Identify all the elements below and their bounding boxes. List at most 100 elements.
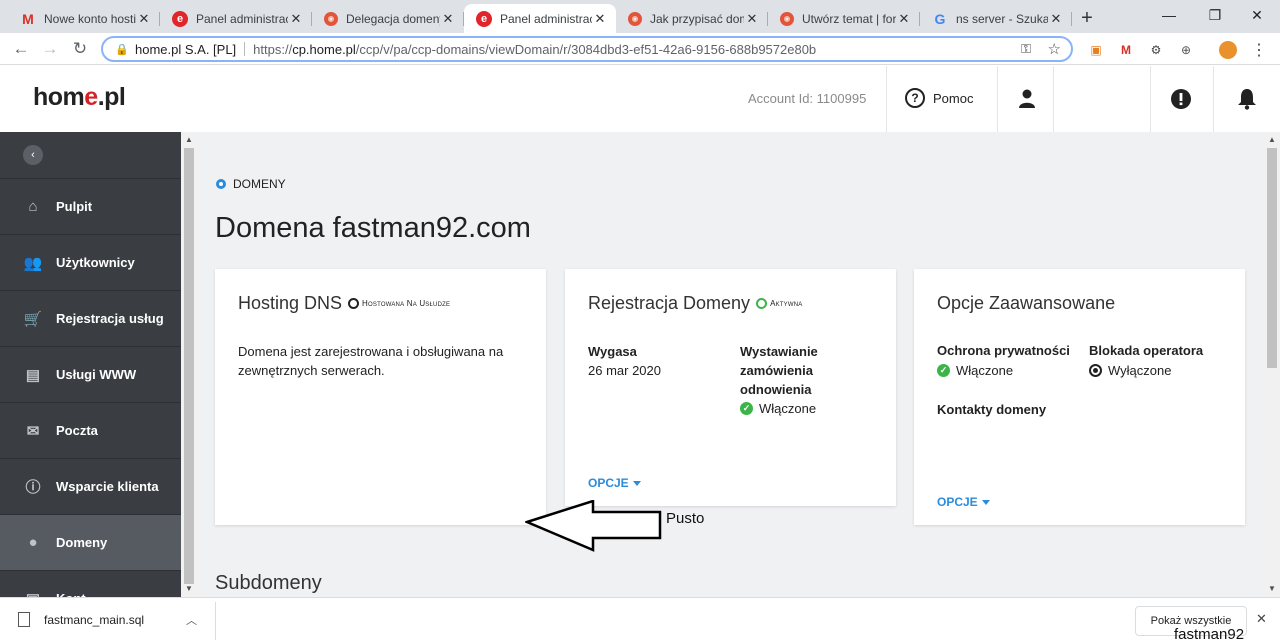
menu-icon[interactable]: ⋮ xyxy=(1250,41,1268,59)
tab-title: Jak przypisać dom xyxy=(650,11,744,26)
sidebar-item-label: Użytkownicy xyxy=(56,255,135,270)
browser-tab[interactable]: Utwórz temat | for ✕ xyxy=(768,4,920,33)
scrollbar-thumb[interactable] xyxy=(1267,148,1277,368)
extension-icon[interactable]: ⚙ xyxy=(1147,41,1165,59)
server-icon: ▤ xyxy=(25,366,41,384)
scrollbar-thumb[interactable] xyxy=(184,148,194,584)
new-tab-button[interactable]: + xyxy=(1072,4,1102,33)
domain-contacts-label: Kontakty domeny xyxy=(937,402,1047,417)
tab-list: M Nowe konto hostin ✕ e Panel administracy ✕ D… xyxy=(0,0,1072,33)
domain-registration-card: Rejestracja Domeny Aktywna Wygasa 26 mar… xyxy=(565,269,896,506)
download-extension-icon[interactable]: ⊕ xyxy=(1177,41,1195,59)
browser-tab[interactable]: Jak przypisać dom ✕ xyxy=(616,4,768,33)
renewal-label: Wystawianie zamówienia odnowienia xyxy=(740,344,818,397)
help-button[interactable]: ? Pomoc xyxy=(905,88,973,108)
address-bar[interactable]: 🔒 home.pl S.A. [PL] https://cp.home.pl/c… xyxy=(101,36,1073,62)
privacy-label: Ochrona prywatności xyxy=(937,343,1070,358)
tab-close-icon[interactable]: ✕ xyxy=(1048,11,1064,27)
sidebar-scrollbar[interactable]: ▲ ▼ xyxy=(181,132,197,597)
options-dropdown[interactable]: OPCJE xyxy=(937,495,990,509)
chevron-up-icon[interactable]: ︿ xyxy=(186,612,197,628)
privacy-status: ✓ Włączone xyxy=(937,361,1013,380)
sidebar-item-poczta[interactable]: ✉ Poczta xyxy=(0,403,181,459)
download-item[interactable]: fastmanc_main.sql xyxy=(18,612,144,627)
browser-tab[interactable]: e Panel administracy ✕ xyxy=(160,4,312,33)
status-ring-icon xyxy=(348,298,360,309)
page-title: Domena fastman92.com xyxy=(215,212,531,244)
sidebar-collapse-button[interactable]: ‹ xyxy=(0,132,181,179)
sidebar-item-usługi-www[interactable]: ▤ Usługi WWW xyxy=(0,347,181,403)
breadcrumb[interactable]: DOMENY xyxy=(216,177,286,191)
site-identity[interactable]: home.pl S.A. [PL] xyxy=(135,42,236,57)
sidebar-item-domeny[interactable]: ● Domeny xyxy=(0,515,181,571)
url-text[interactable]: https://cp.home.pl/ccp/v/pa/ccp-domains/… xyxy=(253,42,816,57)
sidebar-item-użytkownicy[interactable]: 👥 Użytkownicy xyxy=(0,235,181,291)
google-icon: G xyxy=(934,10,946,27)
sidebar-item-label: Wsparcie klienta xyxy=(56,479,159,494)
sidebar-item-label: Pulpit xyxy=(56,199,93,214)
reload-icon[interactable]: ↻ xyxy=(68,38,92,60)
tab-title: Nowe konto hostin xyxy=(44,11,136,26)
advanced-card-title: Opcje Zaawansowane xyxy=(937,293,1116,313)
forward-arrow-icon[interactable]: → xyxy=(38,38,62,60)
tab-close-icon[interactable]: ✕ xyxy=(592,11,608,27)
address-separator xyxy=(244,42,246,56)
sidebar: ‹ ⌂ Pulpit 👥 Użytkownicy 🛒 Rejestracja usług ▤… xyxy=(0,132,181,597)
main-scrollbar[interactable]: ▲ ▼ xyxy=(1264,132,1280,597)
user-icon[interactable] xyxy=(1016,88,1038,110)
check-icon: ✓ xyxy=(937,364,950,377)
tab-close-icon[interactable]: ✕ xyxy=(288,11,304,27)
bell-icon[interactable] xyxy=(1236,88,1258,110)
info-icon: ⓘ xyxy=(25,479,41,496)
key-icon[interactable]: ⚿ xyxy=(1021,41,1031,57)
scroll-down-arrow-icon[interactable]: ▼ xyxy=(181,584,197,593)
expires-label: Wygasa xyxy=(588,344,637,359)
mail-icon: ✉ xyxy=(26,422,40,440)
corner-label: fastman92 xyxy=(1174,626,1245,643)
download-filename: fastmanc_main.sql xyxy=(44,612,145,627)
homepl-logo[interactable]: home.pl xyxy=(33,83,126,112)
sidebar-item-wsparcie-klienta[interactable]: ⓘ Wsparcie klienta xyxy=(0,459,181,515)
minimize-icon[interactable]: — xyxy=(1146,0,1192,30)
sidebar-item-pulpit[interactable]: ⌂ Pulpit xyxy=(0,179,181,235)
status-ring-icon xyxy=(756,298,768,309)
browser-tab[interactable]: Gns server - Szukaj v✕ xyxy=(920,4,1072,33)
sidebar-item-label: Poczta xyxy=(56,423,98,438)
options-dropdown[interactable]: OPCJE xyxy=(588,476,641,490)
alert-icon[interactable] xyxy=(1170,88,1192,110)
browser-tab[interactable]: M Nowe konto hostin ✕ xyxy=(8,4,160,33)
back-arrow-icon[interactable]: ← xyxy=(9,38,33,60)
scroll-up-arrow-icon[interactable]: ▲ xyxy=(181,135,197,144)
sidebar-item-rejestracja-usług[interactable]: 🛒 Rejestracja usług xyxy=(0,291,181,347)
browser-tab[interactable]: e Panel administracy ✕ xyxy=(464,4,616,33)
advanced-options-card: Opcje Zaawansowane Ochrona prywatności ✓… xyxy=(914,269,1245,525)
page-header: home.pl Account Id: 1100995 ? Pomoc xyxy=(0,66,1280,132)
bookmark-star-icon[interactable]: ☆ xyxy=(1048,40,1061,58)
tab-close-icon[interactable]: ✕ xyxy=(136,11,152,27)
header-divider xyxy=(1213,66,1214,132)
header-divider xyxy=(1150,66,1151,132)
tab-close-icon[interactable]: ✕ xyxy=(744,11,760,27)
tab-close-icon[interactable]: ✕ xyxy=(896,11,912,27)
sidebar-item-kont[interactable]: ▣Kont xyxy=(0,571,181,598)
close-icon[interactable]: ✕ xyxy=(1256,611,1267,627)
sidebar-item-label: Domeny xyxy=(56,535,108,550)
tab-close-icon[interactable]: ✕ xyxy=(440,11,456,27)
extension-icon[interactable]: ▣ xyxy=(1087,41,1105,59)
browser-tab[interactable]: Delegacja domeny ✕ xyxy=(312,4,464,33)
downloads-bar: fastmanc_main.sql ︿ Pokaż wszystkie ✕ xyxy=(0,597,1280,643)
scroll-up-arrow-icon[interactable]: ▲ xyxy=(1264,135,1280,144)
status-badge: Aktywna xyxy=(756,298,802,309)
tab-title: Panel administracy xyxy=(196,11,288,26)
avatar[interactable] xyxy=(1219,41,1237,59)
close-window-icon[interactable]: ✕ xyxy=(1234,0,1280,30)
briefcase-icon: ▣ xyxy=(22,590,44,598)
sidebar-item-label: Rejestracja usług xyxy=(56,311,164,326)
header-divider xyxy=(997,66,998,132)
scroll-down-arrow-icon[interactable]: ▼ xyxy=(1264,584,1280,593)
gmail-icon: M xyxy=(22,10,34,27)
account-id: Account Id: 1100995 xyxy=(748,91,867,106)
header-divider xyxy=(886,66,887,132)
maximize-icon[interactable]: ❐ xyxy=(1192,0,1238,30)
gmail-extension-icon[interactable]: M xyxy=(1117,41,1135,59)
